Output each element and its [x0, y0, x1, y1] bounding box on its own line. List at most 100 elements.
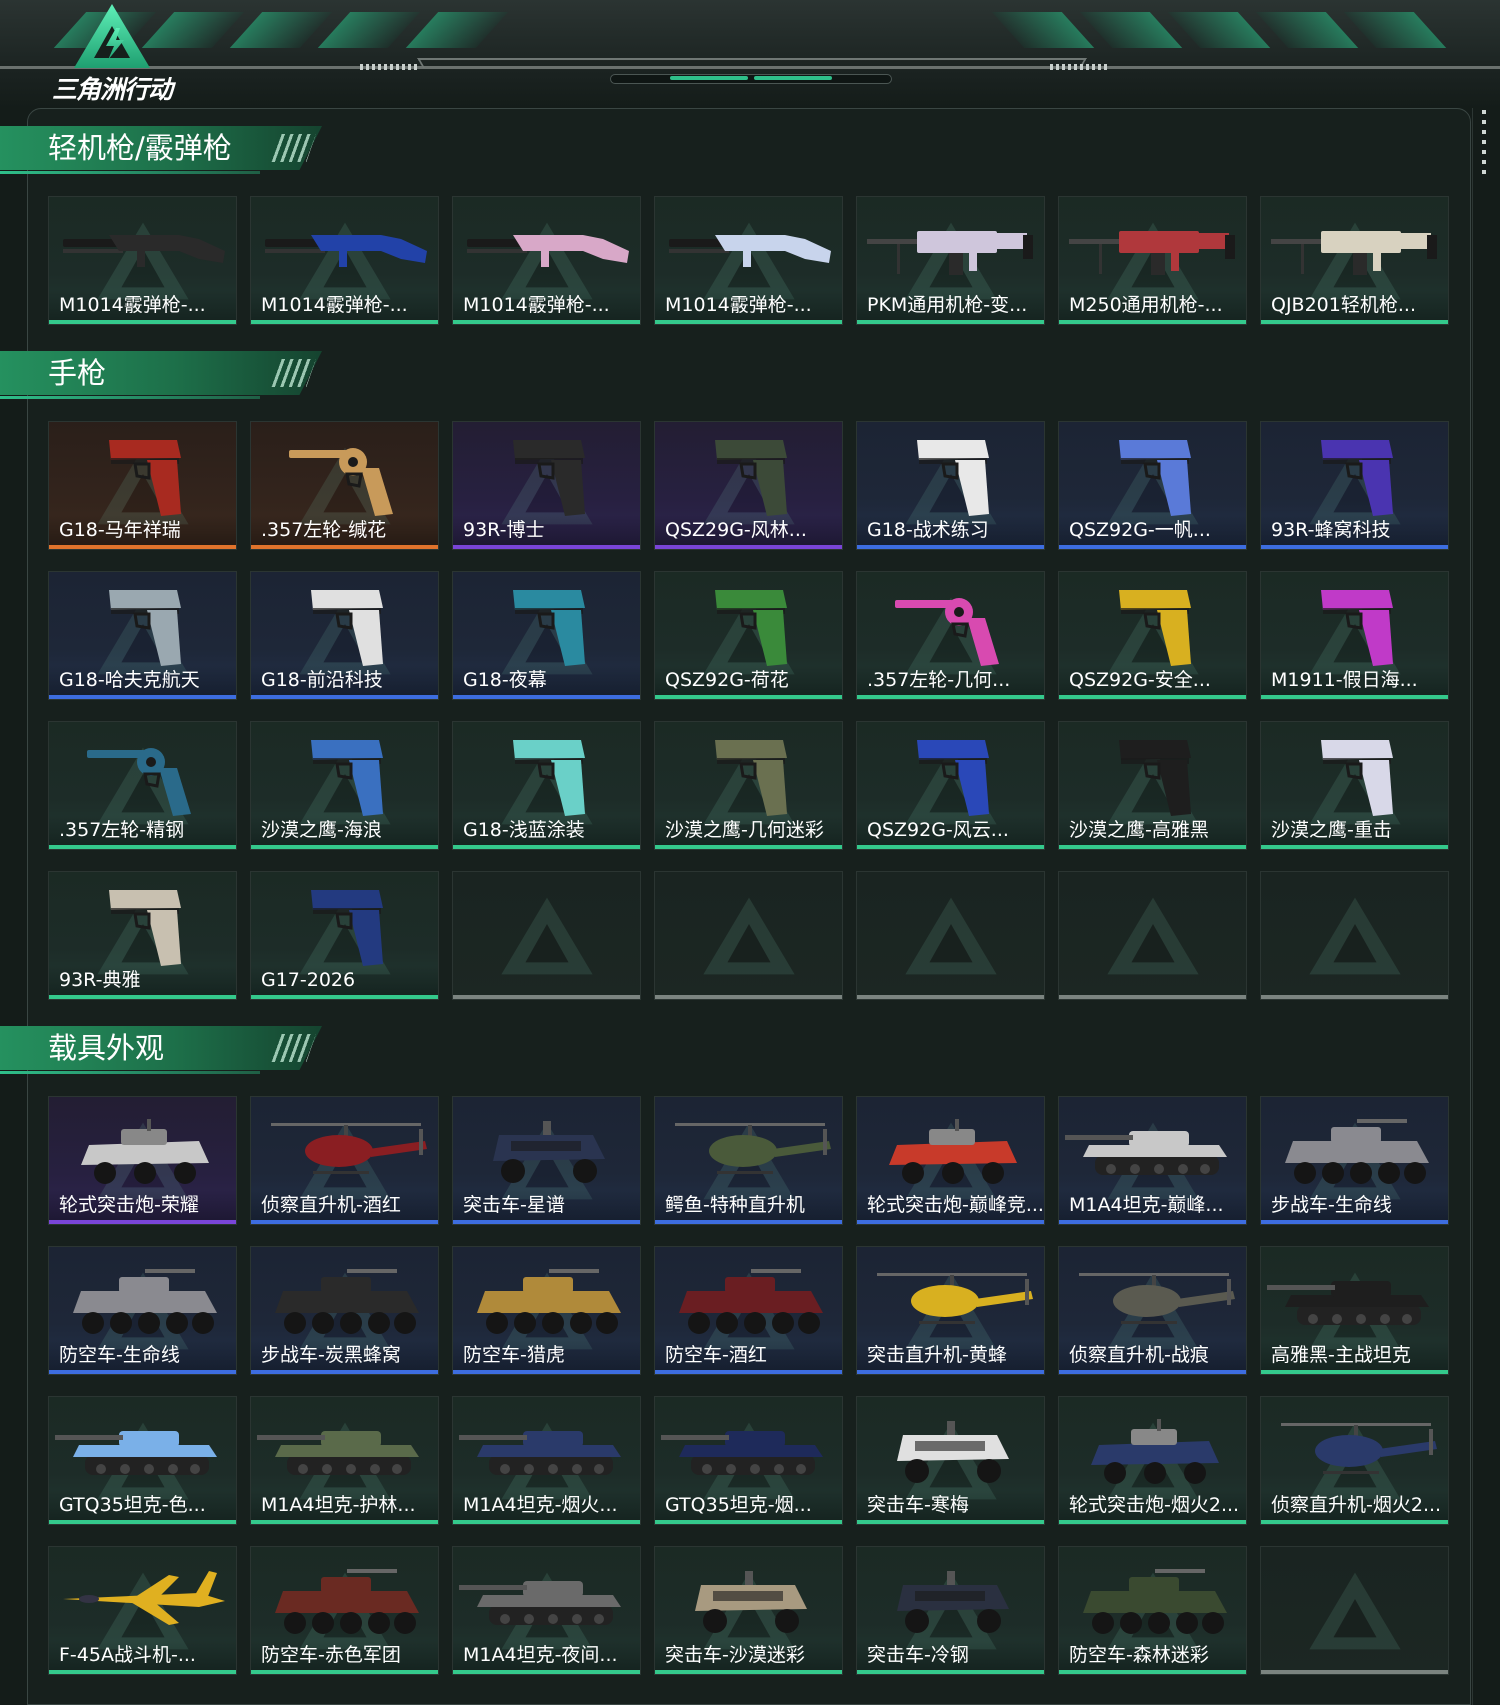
item-card[interactable]: QSZ29G-风林...: [654, 421, 843, 550]
item-card[interactable]: 轮式突击炮-荣耀: [48, 1096, 237, 1225]
item-card[interactable]: .357左轮-精钢: [48, 721, 237, 850]
item-card[interactable]: 步战车-炭黑蜂窝: [250, 1246, 439, 1375]
item-card[interactable]: QSZ92G-风云...: [856, 721, 1045, 850]
item-card[interactable]: M1014霰弹枪-...: [250, 196, 439, 325]
item-card[interactable]: QSZ92G-一帆...: [1058, 421, 1247, 550]
item-card[interactable]: 防空车-猎虎: [452, 1246, 641, 1375]
banner-frame-bracket: [417, 58, 1087, 68]
item-card[interactable]: G17-2026: [250, 871, 439, 1000]
item-card[interactable]: G18-浅蓝涂装: [452, 721, 641, 850]
banner-indicator-2: [754, 76, 832, 80]
rarity-bar: [857, 1220, 1044, 1224]
item-card[interactable]: G18-夜幕: [452, 571, 641, 700]
rarity-bar: [1059, 545, 1246, 549]
rarity-bar: [49, 1370, 236, 1374]
rarity-bar: [857, 320, 1044, 324]
item-card[interactable]: G18-马年祥瑞: [48, 421, 237, 550]
item-name: 突击车-沙漠迷彩: [655, 1640, 842, 1670]
scrollbar[interactable]: [1482, 110, 1486, 180]
item-card[interactable]: 沙漠之鹰-几何迷彩: [654, 721, 843, 850]
rarity-bar: [857, 1670, 1044, 1674]
rarity-bar: [857, 1520, 1044, 1524]
rarity-bar: [251, 1220, 438, 1224]
item-card[interactable]: G18-哈夫克航天: [48, 571, 237, 700]
item-card[interactable]: 轮式突击炮-巅峰竞...: [856, 1096, 1045, 1225]
section-header-underline: [0, 396, 260, 399]
item-name: 轮式突击炮-巅峰竞...: [857, 1190, 1044, 1220]
item-card[interactable]: 突击车-沙漠迷彩: [654, 1546, 843, 1675]
item-name: 沙漠之鹰-海浪: [251, 815, 438, 845]
item-card[interactable]: M1A4坦克-夜间...: [452, 1546, 641, 1675]
item-card[interactable]: 突击直升机-黄蜂: [856, 1246, 1045, 1375]
item-card[interactable]: 突击车-星谱: [452, 1096, 641, 1225]
item-card[interactable]: QSZ92G-安全...: [1058, 571, 1247, 700]
item-card[interactable]: 步战车-生命线: [1260, 1096, 1449, 1225]
item-name: G18-前沿科技: [251, 665, 438, 695]
item-card[interactable]: QJB201轻机枪...: [1260, 196, 1449, 325]
item-card[interactable]: 侦察直升机-烟火2...: [1260, 1396, 1449, 1525]
rarity-bar: [251, 545, 438, 549]
item-card[interactable]: 鳄鱼-特种直升机: [654, 1096, 843, 1225]
rarity-bar: [1059, 320, 1246, 324]
item-card[interactable]: 轮式突击炮-烟火2...: [1058, 1396, 1247, 1525]
item-card[interactable]: PKM通用机枪-变...: [856, 196, 1045, 325]
item-card[interactable]: 防空车-森林迷彩: [1058, 1546, 1247, 1675]
item-card[interactable]: 沙漠之鹰-重击: [1260, 721, 1449, 850]
item-card[interactable]: QSZ92G-荷花: [654, 571, 843, 700]
empty-slot: [1058, 871, 1247, 1000]
item-card[interactable]: M1014霰弹枪-...: [452, 196, 641, 325]
item-name: 93R-蜂窝科技: [1261, 515, 1448, 545]
item-card[interactable]: 高雅黑-主战坦克: [1260, 1246, 1449, 1375]
item-card[interactable]: F-45A战斗机-...: [48, 1546, 237, 1675]
item-name: 侦察直升机-战痕: [1059, 1340, 1246, 1370]
item-card[interactable]: 93R-蜂窝科技: [1260, 421, 1449, 550]
rarity-bar: [453, 695, 640, 699]
item-name: QSZ92G-安全...: [1059, 665, 1246, 695]
item-card[interactable]: 防空车-生命线: [48, 1246, 237, 1375]
item-name: G17-2026: [251, 965, 438, 995]
empty-slot: [856, 871, 1045, 1000]
item-card[interactable]: M1A4坦克-巅峰...: [1058, 1096, 1247, 1225]
item-card[interactable]: G18-前沿科技: [250, 571, 439, 700]
rarity-bar: [1261, 695, 1448, 699]
item-name: G18-浅蓝涂装: [453, 815, 640, 845]
item-card[interactable]: M1014霰弹枪-...: [48, 196, 237, 325]
item-card[interactable]: 93R-典雅: [48, 871, 237, 1000]
item-name: 鳄鱼-特种直升机: [655, 1190, 842, 1220]
empty-slot: [654, 871, 843, 1000]
item-card[interactable]: 沙漠之鹰-高雅黑: [1058, 721, 1247, 850]
item-card[interactable]: 突击车-寒梅: [856, 1396, 1045, 1525]
item-card[interactable]: .357左轮-缄花: [250, 421, 439, 550]
item-name: 轮式突击炮-烟火2...: [1059, 1490, 1246, 1520]
rarity-bar: [857, 1370, 1044, 1374]
rarity-bar: [1261, 320, 1448, 324]
item-card[interactable]: M250通用机枪-...: [1058, 196, 1247, 325]
item-card[interactable]: 沙漠之鹰-海浪: [250, 721, 439, 850]
rarity-bar: [1059, 1670, 1246, 1674]
item-card[interactable]: .357左轮-几何...: [856, 571, 1045, 700]
panel-side-line: [1472, 108, 1473, 1705]
item-name: .357左轮-几何...: [857, 665, 1044, 695]
item-card[interactable]: M1014霰弹枪-...: [654, 196, 843, 325]
item-name: QJB201轻机枪...: [1261, 290, 1448, 320]
top-banner: [0, 0, 1500, 108]
item-name: 防空车-森林迷彩: [1059, 1640, 1246, 1670]
rarity-bar: [49, 1220, 236, 1224]
rarity-bar: [49, 1670, 236, 1674]
item-card[interactable]: M1A4坦克-护林...: [250, 1396, 439, 1525]
item-card[interactable]: GTQ35坦克-烟...: [654, 1396, 843, 1525]
item-card[interactable]: M1911-假日海...: [1260, 571, 1449, 700]
item-name: 高雅黑-主战坦克: [1261, 1340, 1448, 1370]
item-card[interactable]: 防空车-酒红: [654, 1246, 843, 1375]
item-card[interactable]: 侦察直升机-酒红: [250, 1096, 439, 1225]
item-card[interactable]: G18-战术练习: [856, 421, 1045, 550]
rarity-bar: [655, 995, 842, 999]
rarity-bar: [453, 845, 640, 849]
item-card[interactable]: 93R-博士: [452, 421, 641, 550]
item-card[interactable]: 防空车-赤色军团: [250, 1546, 439, 1675]
item-card[interactable]: 侦察直升机-战痕: [1058, 1246, 1247, 1375]
item-card[interactable]: M1A4坦克-烟火...: [452, 1396, 641, 1525]
item-card[interactable]: GTQ35坦克-色...: [48, 1396, 237, 1525]
rarity-bar: [655, 695, 842, 699]
item-card[interactable]: 突击车-冷钢: [856, 1546, 1045, 1675]
